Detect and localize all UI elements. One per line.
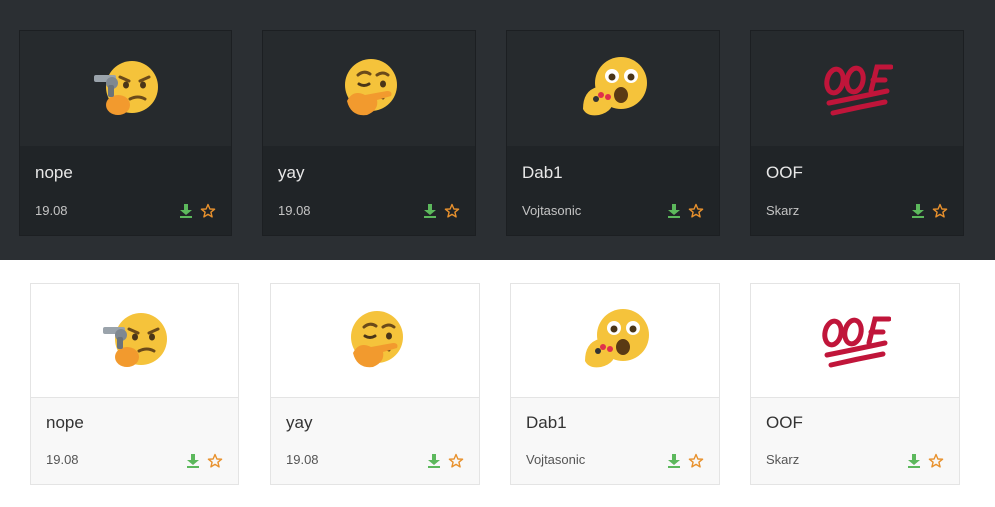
light-theme-grid: nope 19.08 yay 19.08 Dab1 Vojtasonic OOF… bbox=[0, 260, 995, 507]
emote-meta: 19.08 bbox=[46, 452, 79, 467]
wink-thinking-emoji bbox=[339, 305, 411, 377]
download-icon[interactable] bbox=[910, 203, 926, 219]
emote-name[interactable]: Dab1 bbox=[526, 413, 567, 433]
wink-thinking-emoji bbox=[333, 53, 405, 125]
thinking-gun-emoji bbox=[99, 305, 171, 377]
emote-name[interactable]: OOF bbox=[766, 413, 803, 433]
download-icon[interactable] bbox=[185, 453, 201, 469]
emote-name[interactable]: yay bbox=[286, 413, 312, 433]
download-icon[interactable] bbox=[906, 453, 922, 469]
emote-meta[interactable]: Vojtasonic bbox=[526, 452, 585, 467]
emote-card[interactable]: nope 19.08 bbox=[30, 283, 239, 485]
download-icon[interactable] bbox=[422, 203, 438, 219]
emote-thumbnail[interactable] bbox=[20, 31, 231, 146]
emote-meta: 19.08 bbox=[278, 203, 311, 218]
thinking-gun-emoji bbox=[90, 53, 162, 125]
star-icon[interactable] bbox=[932, 203, 948, 219]
star-icon[interactable] bbox=[200, 203, 216, 219]
surprised-spinner-emoji bbox=[579, 305, 651, 377]
emote-card[interactable]: nope 19.08 bbox=[19, 30, 232, 236]
emote-meta[interactable]: Vojtasonic bbox=[522, 203, 581, 218]
star-icon[interactable] bbox=[444, 203, 460, 219]
download-icon[interactable] bbox=[426, 453, 442, 469]
star-icon[interactable] bbox=[688, 453, 704, 469]
download-icon[interactable] bbox=[666, 203, 682, 219]
emote-name[interactable]: nope bbox=[46, 413, 84, 433]
surprised-spinner-emoji bbox=[577, 53, 649, 125]
oof-text-emoji bbox=[819, 305, 891, 377]
star-icon[interactable] bbox=[207, 453, 223, 469]
star-icon[interactable] bbox=[688, 203, 704, 219]
emote-card[interactable]: yay 19.08 bbox=[262, 30, 476, 236]
emote-thumbnail[interactable] bbox=[751, 31, 963, 146]
emote-meta: 19.08 bbox=[286, 452, 319, 467]
download-icon[interactable] bbox=[178, 203, 194, 219]
emote-card[interactable]: Dab1 Vojtasonic bbox=[506, 30, 720, 236]
emote-thumbnail[interactable] bbox=[507, 31, 719, 146]
emote-meta[interactable]: Skarz bbox=[766, 203, 799, 218]
emote-name[interactable]: yay bbox=[278, 163, 304, 183]
emote-thumbnail[interactable] bbox=[751, 284, 959, 398]
emote-name[interactable]: OOF bbox=[766, 163, 803, 183]
emote-meta: 19.08 bbox=[35, 203, 68, 218]
emote-name[interactable]: nope bbox=[35, 163, 73, 183]
emote-card[interactable]: OOF Skarz bbox=[750, 30, 964, 236]
star-icon[interactable] bbox=[448, 453, 464, 469]
emote-meta[interactable]: Skarz bbox=[766, 452, 799, 467]
emote-thumbnail[interactable] bbox=[31, 284, 238, 398]
star-icon[interactable] bbox=[928, 453, 944, 469]
emote-card[interactable]: yay 19.08 bbox=[270, 283, 480, 485]
emote-thumbnail[interactable] bbox=[263, 31, 475, 146]
emote-name[interactable]: Dab1 bbox=[522, 163, 563, 183]
emote-thumbnail[interactable] bbox=[511, 284, 719, 398]
dark-theme-grid: nope 19.08 yay 19.08 Dab1 Vojtasonic OOF… bbox=[0, 0, 995, 260]
emote-thumbnail[interactable] bbox=[271, 284, 479, 398]
emote-card[interactable]: Dab1 Vojtasonic bbox=[510, 283, 720, 485]
download-icon[interactable] bbox=[666, 453, 682, 469]
emote-card[interactable]: OOF Skarz bbox=[750, 283, 960, 485]
oof-text-emoji bbox=[821, 53, 893, 125]
